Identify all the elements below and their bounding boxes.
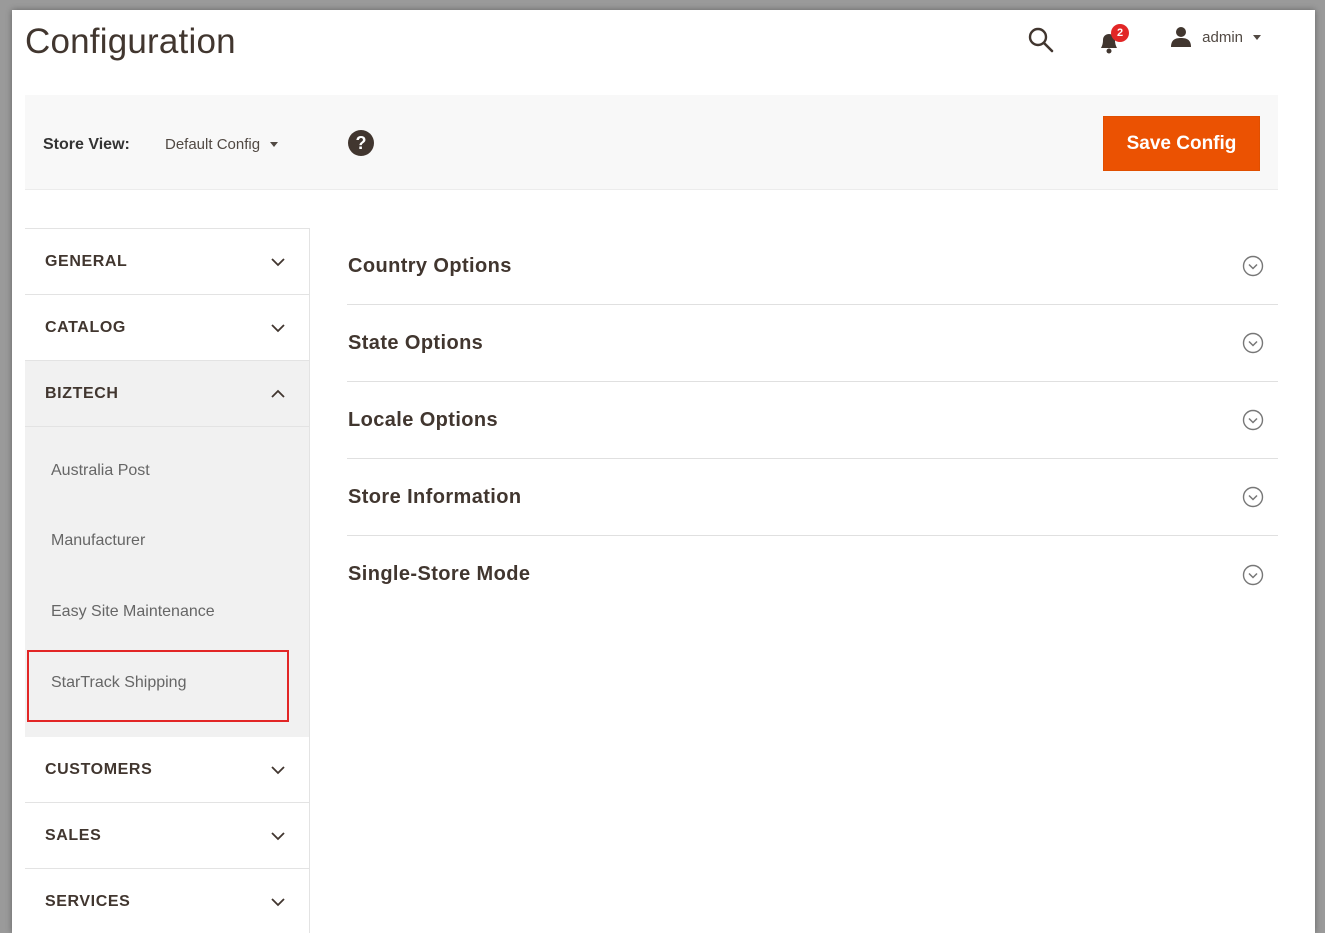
panel-title: State Options <box>348 331 484 354</box>
section-label: CUSTOMERS <box>45 760 153 778</box>
chevron-down-icon <box>271 257 285 266</box>
panel-state-options[interactable]: State Options <box>347 305 1278 382</box>
panel-title: Country Options <box>348 254 512 277</box>
panel-store-information[interactable]: Store Information <box>347 459 1278 536</box>
config-sidebar: GENERAL CATALOG BIZTECH Australia Post M… <box>25 228 310 933</box>
sidebar-section-biztech[interactable]: BIZTECH <box>25 361 309 427</box>
chevron-down-icon <box>1253 34 1261 40</box>
save-config-button[interactable]: Save Config <box>1103 116 1260 171</box>
chevron-up-icon <box>271 389 285 398</box>
panel-title: Store Information <box>348 485 522 508</box>
sidebar-item-easy-site-maintenance[interactable]: Easy Site Maintenance <box>51 603 215 621</box>
store-view-select[interactable]: Default Config <box>165 136 279 153</box>
chevron-down-icon <box>270 142 279 147</box>
notification-badge: 2 <box>1111 24 1129 42</box>
sidebar-section-customers[interactable]: CUSTOMERS <box>25 737 309 803</box>
sidebar-item-manufacturer[interactable]: Manufacturer <box>51 532 145 550</box>
panel-country-options[interactable]: Country Options <box>347 228 1278 305</box>
app-window: Configuration 2 admin Store View: Defaul… <box>12 10 1315 933</box>
section-label: BIZTECH <box>45 384 119 402</box>
section-label: CATALOG <box>45 318 126 336</box>
store-view-bar: Store View: Default Config ? Save Config <box>25 95 1278 190</box>
chevron-down-icon <box>271 323 285 332</box>
store-view-value: Default Config <box>165 136 261 153</box>
page-title: Configuration <box>25 22 236 61</box>
circle-chevron-icon <box>1242 332 1264 354</box>
help-icon[interactable]: ? <box>348 130 374 156</box>
sidebar-item-australia-post[interactable]: Australia Post <box>51 462 150 480</box>
highlight-box <box>27 650 289 722</box>
panel-locale-options[interactable]: Locale Options <box>347 382 1278 459</box>
user-name: admin <box>1202 28 1243 46</box>
circle-chevron-icon <box>1242 486 1264 508</box>
sidebar-section-catalog[interactable]: CATALOG <box>25 295 309 361</box>
sidebar-section-general[interactable]: GENERAL <box>25 229 309 295</box>
config-panels: Country Options State Options Locale Opt… <box>347 228 1278 613</box>
panel-single-store-mode[interactable]: Single-Store Mode <box>347 536 1278 613</box>
circle-chevron-icon <box>1242 255 1264 277</box>
circle-chevron-icon <box>1242 409 1264 431</box>
chevron-down-icon <box>271 831 285 840</box>
circle-chevron-icon <box>1242 564 1264 585</box>
user-icon <box>1171 27 1192 47</box>
notifications-button[interactable]: 2 <box>1097 24 1129 54</box>
panel-title: Locale Options <box>348 408 499 431</box>
biztech-submenu: Australia Post Manufacturer Easy Site Ma… <box>25 427 309 737</box>
section-label: GENERAL <box>45 252 128 270</box>
chevron-down-icon <box>271 765 285 774</box>
chevron-down-icon <box>271 897 285 906</box>
sidebar-section-sales[interactable]: SALES <box>25 803 309 869</box>
store-view-label: Store View: <box>43 136 130 153</box>
section-label: SALES <box>45 826 102 844</box>
section-label: SERVICES <box>45 892 131 910</box>
panel-title: Single-Store Mode <box>348 563 531 585</box>
user-menu[interactable]: admin <box>1170 24 1261 50</box>
sidebar-section-services[interactable]: SERVICES <box>25 869 309 933</box>
search-icon[interactable] <box>1027 26 1055 54</box>
